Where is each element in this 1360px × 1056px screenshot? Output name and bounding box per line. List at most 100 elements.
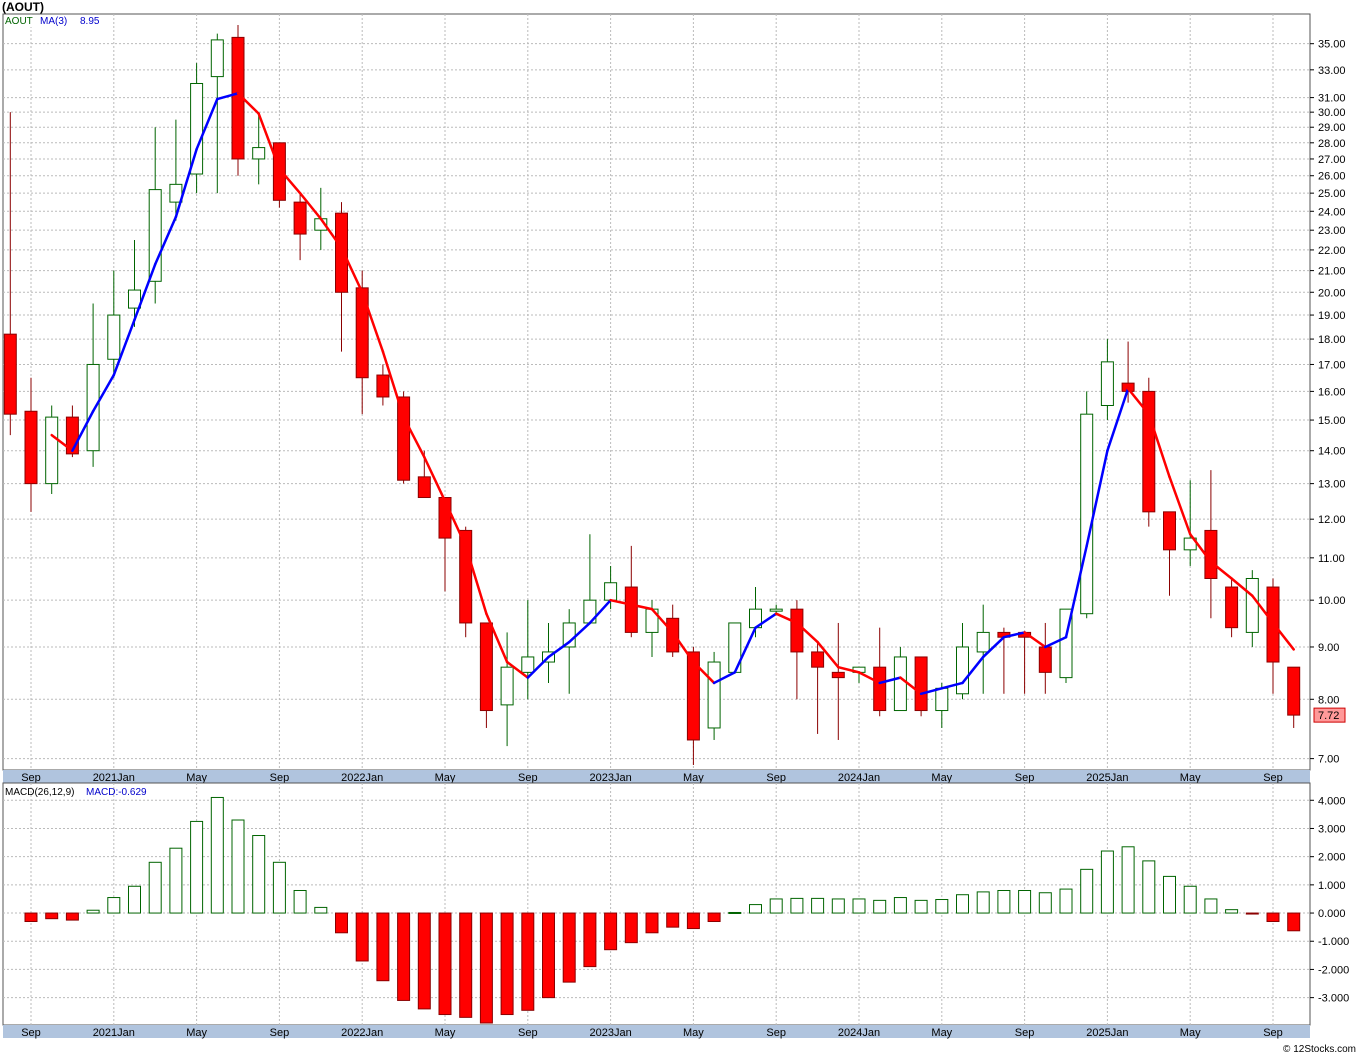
date-axis-label: 2024Jan xyxy=(838,1027,880,1039)
macd-tick-label: 3.000 xyxy=(1318,823,1346,835)
candle-body xyxy=(272,142,286,201)
macd-bar xyxy=(293,889,307,914)
macd-bar xyxy=(811,897,825,914)
macd-bar xyxy=(1266,912,1280,923)
candle-body xyxy=(417,476,431,499)
macd-bar xyxy=(914,899,928,914)
date-axis-label: May xyxy=(435,1027,456,1039)
date-axis-label: 2025Jan xyxy=(1086,1027,1128,1039)
macd-bar xyxy=(1059,888,1073,914)
candle-body xyxy=(107,314,121,360)
date-axis-label: Sep xyxy=(766,1027,786,1039)
macd-bar xyxy=(707,912,721,923)
macd-bar xyxy=(769,898,783,914)
date-axis-label: Sep xyxy=(1263,772,1283,784)
date-axis-label: 2025Jan xyxy=(1086,772,1128,784)
macd-bar xyxy=(624,912,638,944)
macd-bar xyxy=(190,820,204,914)
candle-body xyxy=(1038,646,1052,673)
price-tick-label: 13.00 xyxy=(1318,479,1346,491)
macd-tick-label: 4.000 xyxy=(1318,795,1346,807)
macd-bar xyxy=(645,912,659,934)
macd-bar xyxy=(1163,875,1176,914)
price-tick-label: 26.00 xyxy=(1318,171,1346,183)
candle-body xyxy=(976,631,990,653)
candle-body xyxy=(252,147,266,160)
macd-bar xyxy=(997,889,1011,914)
candle-body xyxy=(1225,586,1239,629)
candle-body xyxy=(1245,577,1259,633)
macd-bar xyxy=(728,911,742,914)
candle-body xyxy=(707,661,721,729)
price-tick-label: 9.00 xyxy=(1318,642,1339,654)
macd-bar xyxy=(1142,860,1156,914)
candle-body xyxy=(956,646,969,695)
macd-bar xyxy=(417,912,431,1010)
macd-bar xyxy=(935,899,949,914)
legend-symbol: AOUT xyxy=(5,16,33,27)
price-tick-label: 28.00 xyxy=(1318,138,1346,150)
macd-bar xyxy=(562,912,576,983)
price-tick-label: 25.00 xyxy=(1318,188,1346,200)
legend-ma-label: MA(3) xyxy=(40,16,67,27)
candle-body xyxy=(521,656,535,673)
macd-bar xyxy=(459,912,473,1018)
macd-legend-label: MACD(26,12,9) xyxy=(5,787,74,798)
date-axis-label: May xyxy=(931,772,952,784)
last-price-badge: 7.72 xyxy=(1313,707,1346,723)
macd-bar xyxy=(873,899,887,914)
date-axis-label: 2023Jan xyxy=(589,1027,631,1039)
candle-body xyxy=(500,666,514,706)
date-axis-label: Sep xyxy=(270,1027,290,1039)
macd-bar xyxy=(376,912,390,982)
price-tick-label: 16.00 xyxy=(1318,386,1346,398)
date-axis-label: Sep xyxy=(21,1027,41,1039)
price-tick-label: 29.00 xyxy=(1318,122,1346,134)
price-tick-label: 8.00 xyxy=(1318,694,1339,706)
macd-bar xyxy=(831,898,845,914)
macd-tick-label: -3.000 xyxy=(1318,993,1349,1005)
candle-body xyxy=(210,39,224,78)
price-tick-label: 7.00 xyxy=(1318,754,1339,766)
candle-body xyxy=(604,582,618,601)
candle-body xyxy=(293,201,307,235)
macd-bar xyxy=(1038,892,1052,914)
legend-ma-value: 8.95 xyxy=(80,16,100,27)
date-axis-label: Sep xyxy=(1263,1027,1283,1039)
macd-bar xyxy=(790,897,804,914)
macd-bar xyxy=(1245,912,1259,915)
macd-bar xyxy=(272,861,286,914)
macd-bar xyxy=(1100,850,1114,914)
macd-legend-value: MACD:-0.629 xyxy=(86,787,147,798)
macd-bar xyxy=(956,894,969,914)
last-price-badge-text: 7.72 xyxy=(1318,710,1339,722)
candle-body xyxy=(376,374,390,398)
macd-bar xyxy=(686,912,700,930)
candle-body xyxy=(914,656,928,712)
macd-bar xyxy=(1121,846,1135,914)
macd-panel: 4.000 3.000 2.000 1.000 0.000 -1.000 -2.000 -3.… xyxy=(2,782,1349,1026)
macd-bar xyxy=(1080,868,1094,914)
date-axis-label: 2021Jan xyxy=(93,772,135,784)
candle-body xyxy=(3,333,17,415)
date-axis-label: Sep xyxy=(518,1027,538,1039)
date-axis-label: 2021Jan xyxy=(93,1027,135,1039)
candle-body xyxy=(1100,361,1114,406)
candle-body xyxy=(893,656,907,712)
candle-body xyxy=(45,416,59,485)
macd-bar xyxy=(148,861,162,914)
date-axis-label: May xyxy=(1180,1027,1201,1039)
macd-bar xyxy=(24,912,38,923)
price-tick-label: 33.00 xyxy=(1318,65,1346,77)
stock-chart: (AOUT) 35.00 33.00 31.00 30.00 29.00 28.00 27.… xyxy=(0,0,1360,1056)
price-tick-label: 17.00 xyxy=(1318,359,1346,371)
candle-body xyxy=(1287,666,1301,716)
date-axis-label: Sep xyxy=(766,772,786,784)
macd-bar xyxy=(210,796,224,914)
macd-bar xyxy=(1225,909,1239,914)
price-tick-label: 27.00 xyxy=(1318,154,1346,166)
price-tick-label: 23.00 xyxy=(1318,225,1346,237)
price-tick-label: 12.00 xyxy=(1318,514,1346,526)
macd-bar xyxy=(252,835,266,914)
price-tick-label: 21.00 xyxy=(1318,266,1346,278)
